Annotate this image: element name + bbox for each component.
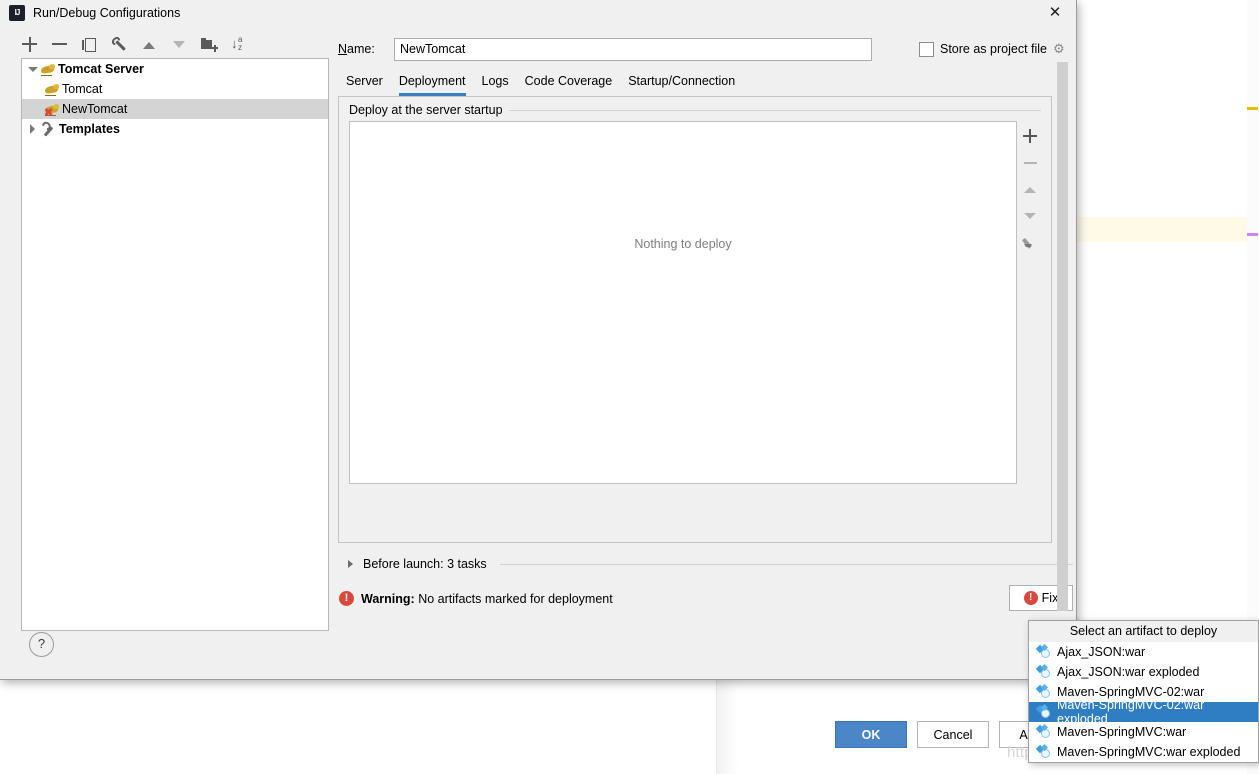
dialog-scrollbar[interactable] [1057,62,1068,611]
tree-node-label: Tomcat Server [58,62,144,76]
warning-prefix: Warning: [361,592,415,606]
new-folder-icon[interactable] [201,36,218,53]
deploy-group-title: Deploy at the server startup [349,103,509,117]
intellij-idea-icon [9,5,25,21]
screen: https://blog.csdn.net/qq_44118023 Run/De… [0,0,1259,774]
configuration-tabs: Server Deployment Logs Code Coverage Sta… [338,72,1073,96]
popup-item-maven-springmvc-war-exploded[interactable]: Maven-SpringMVC:war exploded [1029,742,1258,762]
edit-templates-button[interactable] [107,32,131,56]
popup-item-maven-springmvc-02-war-exploded[interactable]: Maven-SpringMVC-02:war exploded [1029,702,1258,722]
tomcat-error-icon: ✖ [44,102,60,117]
artifact-icon [1037,665,1051,679]
dialog-title: Run/Debug Configurations [33,6,180,20]
tree-node-templates[interactable]: Templates [22,119,328,139]
copy-configuration-button[interactable] [81,36,98,53]
deployment-tab-panel: Deploy at the server startup Nothing to … [338,96,1052,543]
tree-node-tomcat[interactable]: Tomcat [22,79,328,99]
tomcat-icon [40,62,56,77]
configurations-panel: ↓az Tomcat Server Tomcat [12,30,329,679]
wrench-icon [40,122,56,137]
help-button[interactable]: ? [29,632,54,657]
artifact-icon [1037,645,1051,659]
move-artifact-up-button [1022,182,1038,198]
add-artifact-button[interactable] [1022,128,1038,144]
tree-node-newtomcat[interactable]: ✖ NewTomcat [22,99,328,119]
sort-alphabetically-icon[interactable]: ↓az [231,36,248,53]
fix-button-label: Fix [1042,591,1059,605]
move-artifact-down-button [1022,209,1038,225]
error-circle-icon: ! [339,591,354,606]
configurations-tree[interactable]: Tomcat Server Tomcat ✖ NewTomcat [21,58,329,631]
name-label: Name: [338,42,394,56]
chevron-right-icon[interactable] [26,122,40,136]
artifact-icon [1037,705,1051,719]
tree-node-label: NewTomcat [62,102,127,116]
deployment-list-toolbar [1017,121,1043,484]
artifact-selection-popup: Select an artifact to deploy Ajax_JSON:w… [1028,620,1259,763]
add-configuration-button[interactable] [21,36,38,53]
empty-state-label: Nothing to deploy [350,237,1016,251]
before-launch-divider [500,564,1073,565]
remove-configuration-button[interactable] [51,36,68,53]
store-as-project-file-checkbox[interactable] [919,42,934,57]
cancel-button[interactable]: Cancel [917,721,989,748]
tree-node-label: Templates [59,122,120,136]
popup-item-ajax-json-war[interactable]: Ajax_JSON:war [1029,642,1258,662]
tab-code-coverage[interactable]: Code Coverage [525,74,613,96]
popup-item-label: Ajax_JSON:war [1057,645,1145,659]
scrollbar-marker-change[interactable] [1247,233,1258,236]
name-row: Name: Store as project file ⚙ [338,37,1073,61]
tab-deployment[interactable]: Deployment [399,74,466,96]
configuration-name-input[interactable] [394,38,872,61]
remove-artifact-button [1022,155,1038,171]
artifact-icon [1037,685,1051,699]
popup-title: Select an artifact to deploy [1029,621,1258,642]
deploy-area: Nothing to deploy [349,121,1043,484]
configuration-editor-panel: Name: Store as project file ⚙ Server Dep… [338,30,1073,680]
tab-server[interactable]: Server [346,74,383,96]
artifact-icon [1037,745,1051,759]
error-overlay-icon: ✖ [44,109,53,118]
gear-icon[interactable]: ⚙ [1053,42,1067,56]
move-down-button[interactable] [171,36,188,53]
edit-artifact-button [1022,236,1038,252]
chevron-down-icon[interactable] [26,62,40,76]
warning-row: ! Warning: No artifacts marked for deplo… [338,591,1073,606]
ok-button[interactable]: OK [835,721,907,748]
tree-node-label: Tomcat [62,82,102,96]
chevron-right-icon[interactable] [346,559,356,569]
popup-item-label: Maven-SpringMVC-02:war exploded [1057,698,1258,726]
deployment-artifacts-list[interactable]: Nothing to deploy [349,121,1017,484]
tree-node-tomcat-server[interactable]: Tomcat Server [22,59,328,79]
tomcat-icon [44,82,60,97]
store-as-project-file-row[interactable]: Store as project file ⚙ [919,42,1067,57]
before-launch-row[interactable]: Before launch: 3 tasks [338,557,1073,571]
warning-detail: No artifacts marked for deployment [418,592,613,606]
move-up-button[interactable] [141,36,158,53]
popup-item-label: Ajax_JSON:war exploded [1057,665,1199,679]
run-debug-configurations-dialog: Run/Debug Configurations ✕ ↓az [0,0,1077,680]
error-circle-icon: ! [1024,591,1038,605]
popup-item-label: Maven-SpringMVC:war exploded [1057,745,1240,759]
popup-item-ajax-json-war-exploded[interactable]: Ajax_JSON:war exploded [1029,662,1258,682]
popup-list: Ajax_JSON:war Ajax_JSON:war exploded Mav… [1029,642,1258,762]
popup-item-label: Maven-SpringMVC:war [1057,725,1186,739]
tab-startup-connection[interactable]: Startup/Connection [628,74,735,96]
warning-message: Warning: No artifacts marked for deploym… [361,592,613,606]
dialog-titlebar: Run/Debug Configurations ✕ [0,0,1076,25]
popup-item-label: Maven-SpringMVC-02:war [1057,685,1204,699]
artifact-icon [1037,725,1051,739]
close-icon[interactable]: ✕ [1044,2,1066,24]
before-launch-label[interactable]: Before launch: 3 tasks [363,557,487,571]
store-as-project-file-label[interactable]: Store as project file [940,42,1047,56]
configurations-toolbar: ↓az [12,30,329,58]
tab-logs[interactable]: Logs [482,74,509,96]
scrollbar-marker-warning[interactable] [1247,107,1258,110]
